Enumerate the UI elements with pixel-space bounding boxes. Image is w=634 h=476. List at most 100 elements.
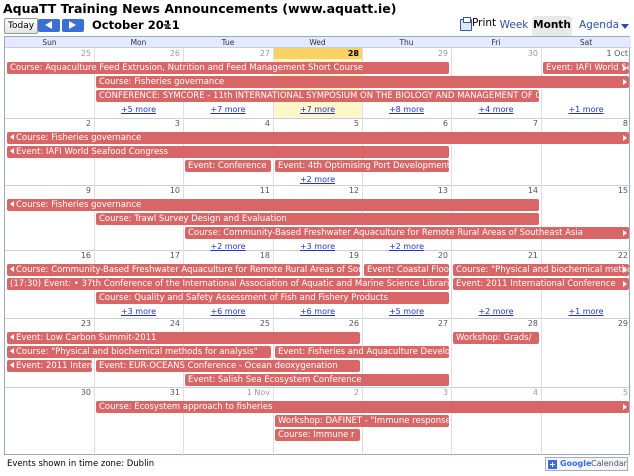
month-grid: Sun Mon Tue Wed Thu Fri Sat 25 26 27 28 29 30 1 Oct 2… (4, 36, 631, 456)
day-number[interactable]: 31 (94, 388, 180, 398)
calendar-event[interactable]: CONFERENCE: SYMCORE - 11th INTERNATIONAL… (96, 90, 539, 102)
day-number[interactable]: 24 (94, 319, 180, 329)
calendar-event[interactable]: Course: Community-Based Freshwater Aquac… (185, 227, 629, 239)
more-events-link[interactable]: +5 more (94, 105, 183, 115)
next-month-button[interactable] (62, 19, 84, 32)
calendar-event[interactable]: Course: Ecosystem approach to fisheries (96, 401, 629, 413)
day-number[interactable]: 16 (5, 251, 91, 261)
event-title: Course: "Physical and biochemical method… (16, 347, 258, 357)
calendar-event[interactable]: Course: Community-Based Freshwater Aquac… (7, 264, 360, 276)
day-number[interactable]: 30 (5, 388, 91, 398)
more-events-link[interactable]: +3 more (273, 242, 362, 252)
more-events-link[interactable]: +7 more (273, 105, 362, 115)
day-number[interactable]: 20 (362, 251, 448, 261)
day-number[interactable]: 7 (451, 119, 538, 129)
more-events-link[interactable]: +4 more (451, 105, 541, 115)
more-events-link[interactable]: +8 more (362, 105, 451, 115)
prev-month-button[interactable] (38, 19, 60, 32)
calendar-event[interactable]: Event: 2011 International Conference (453, 278, 629, 290)
calendar-event[interactable]: Course: "Physical and biochemical method… (453, 264, 629, 276)
today-button[interactable]: Today (4, 18, 39, 34)
calendar-event[interactable]: Course: Trawl Survey Design and Evaluati… (96, 213, 539, 225)
more-events-link[interactable]: +1 more (541, 307, 631, 317)
calendar-event[interactable]: Course: Fisheries governance (7, 199, 539, 211)
day-number[interactable]: 13 (362, 186, 448, 196)
day-number[interactable]: 4 (183, 119, 270, 129)
more-events-link[interactable]: +6 more (183, 307, 273, 317)
day-number[interactable]: 5 (541, 388, 628, 398)
day-number[interactable]: 29 (362, 49, 448, 59)
calendar-event[interactable]: Course: Aquaculture Feed Extrusion, Nutr… (7, 62, 449, 74)
calendar-event[interactable]: Workshop: DAFINET - "Immune response" (275, 415, 449, 427)
day-number[interactable]: 14 (451, 186, 538, 196)
day-number[interactable]: 19 (273, 251, 359, 261)
tab-month[interactable]: Month (532, 16, 572, 36)
day-number[interactable]: 18 (183, 251, 270, 261)
calendar-event[interactable]: Event: Salish Sea Ecosystem Conference (185, 374, 449, 386)
day-number[interactable]: 6 (362, 119, 448, 129)
calendar-event[interactable]: (17:30) Event: • 37th Conference of the … (7, 278, 449, 290)
more-events-link[interactable]: +5 more (362, 307, 451, 317)
calendar-event[interactable]: Course: Fisheries governance (96, 76, 629, 88)
day-number[interactable]: 28 (273, 49, 359, 59)
more-events-link[interactable]: +2 more (273, 175, 362, 185)
day-number[interactable]: 9 (5, 186, 91, 196)
calendar-event[interactable]: Course: Immune r (275, 429, 360, 441)
day-of-week-label: Sun (42, 38, 57, 47)
day-number[interactable]: 25 (5, 49, 91, 59)
day-number[interactable]: 4 (451, 388, 538, 398)
day-number[interactable]: 17 (94, 251, 180, 261)
day-number[interactable]: 28 (451, 319, 538, 329)
day-number[interactable]: 10 (94, 186, 180, 196)
more-events-link[interactable]: +1 more (541, 105, 631, 115)
chevron-down-icon[interactable] (163, 24, 171, 29)
calendar-event[interactable]: Course: Fisheries governance (7, 132, 629, 144)
day-number[interactable]: 23 (5, 319, 91, 329)
more-events-link[interactable]: +6 more (273, 307, 362, 317)
more-events-link[interactable]: +2 more (183, 242, 273, 252)
printer-icon[interactable] (460, 17, 472, 31)
calendar-event[interactable]: Event: Coastal Flood (364, 264, 449, 276)
day-number[interactable]: 3 (94, 119, 180, 129)
calendar-event[interactable]: Event: EUR-OCEANS Conference - Ocean deo… (96, 360, 360, 372)
more-events-link[interactable]: +2 more (362, 242, 451, 252)
tab-week[interactable]: Week (496, 16, 532, 36)
arrow-right-icon (69, 21, 76, 29)
calendar-event[interactable]: Event: 4th Optimising Port Development (275, 160, 449, 172)
day-number[interactable]: 25 (183, 319, 270, 329)
day-number[interactable]: 27 (183, 49, 270, 59)
tab-agenda[interactable]: Agenda (574, 16, 632, 36)
google-calendar-badge[interactable]: + Google Calendar (545, 457, 628, 471)
day-number[interactable]: 3 (362, 388, 448, 398)
day-number[interactable]: 5 (273, 119, 359, 129)
day-number[interactable]: 30 (451, 49, 538, 59)
more-events-link[interactable]: +7 more (183, 105, 273, 115)
day-number[interactable]: 21 (451, 251, 538, 261)
day-number[interactable]: 11 (183, 186, 270, 196)
calendar-event[interactable]: Event: Fisheries and Aquaculture Develop… (275, 346, 449, 358)
more-events-link[interactable]: +3 more (94, 307, 183, 317)
day-number[interactable]: 1 Oct (541, 49, 628, 59)
day-number[interactable]: 26 (94, 49, 180, 59)
day-number[interactable]: 15 (541, 186, 628, 196)
print-link[interactable]: Print (472, 17, 496, 29)
more-events-link[interactable]: +2 more (451, 307, 541, 317)
calendar-event[interactable]: Course: Quality and Safety Assessment of… (96, 292, 449, 304)
calendar-event[interactable]: Event: Conference (185, 160, 271, 172)
day-number[interactable]: 29 (541, 319, 628, 329)
day-number[interactable]: 22 (541, 251, 628, 261)
calendar-event[interactable]: Event: IAFI World Seafood Congress (543, 62, 629, 74)
day-number[interactable]: 12 (273, 186, 359, 196)
calendar-event[interactable]: Event: 2011 International (7, 360, 92, 372)
day-number[interactable]: 8 (541, 119, 628, 129)
calendar-event[interactable]: Workshop: Grads/ (453, 332, 539, 344)
calendar-event[interactable]: Course: "Physical and biochemical method… (7, 346, 271, 358)
day-number[interactable]: 26 (273, 319, 359, 329)
continues-right-arrow-icon (623, 230, 627, 236)
calendar-event[interactable]: Event: IAFI World Seafood Congress (7, 146, 449, 158)
day-number[interactable]: 2 (273, 388, 359, 398)
day-number[interactable]: 1 Nov (183, 388, 270, 398)
day-number[interactable]: 27 (362, 319, 448, 329)
calendar-event[interactable]: Event: Low Carbon Summit-2011 (7, 332, 360, 344)
day-number[interactable]: 2 (5, 119, 91, 129)
